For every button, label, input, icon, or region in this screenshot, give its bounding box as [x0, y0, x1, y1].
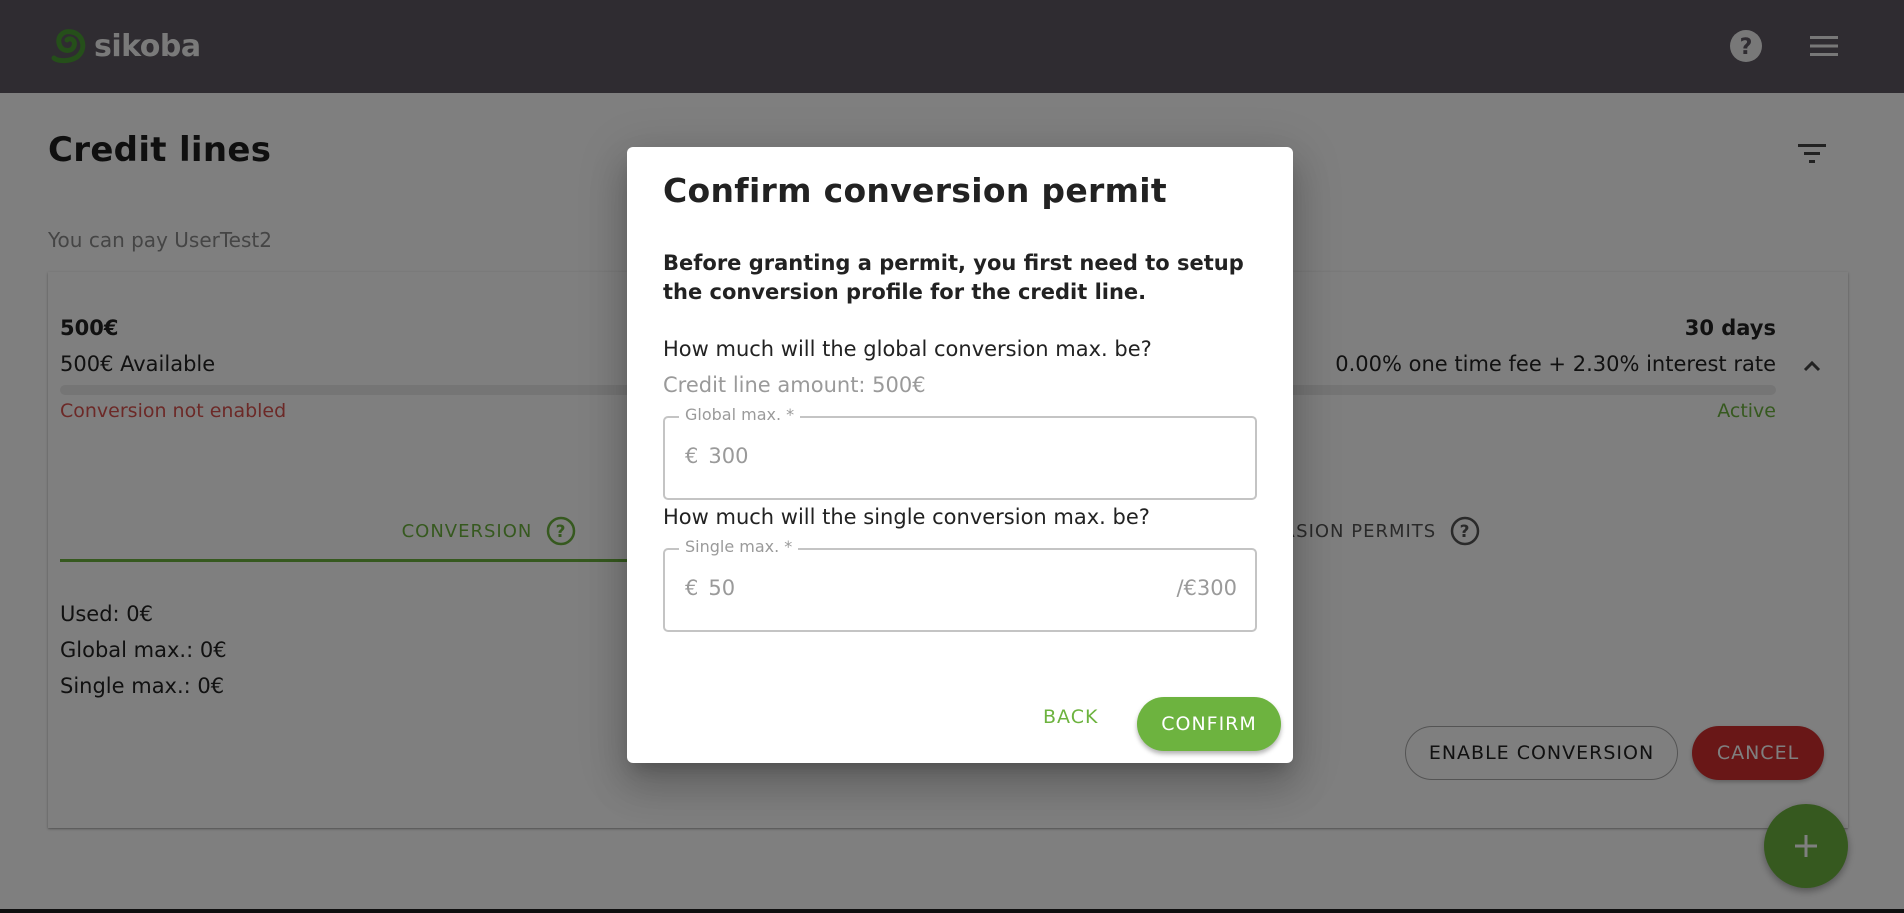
- dialog-title: Confirm conversion permit: [663, 171, 1167, 210]
- global-max-question: How much will the global conversion max.…: [663, 337, 1152, 361]
- confirm-conversion-permit-dialog: Confirm conversion permit Before grantin…: [627, 147, 1293, 763]
- credit-line-amount-hint: Credit line amount: 500€: [663, 373, 926, 397]
- global-max-field[interactable]: Global max. * €: [663, 405, 1257, 500]
- single-max-input[interactable]: [708, 576, 1177, 600]
- single-max-label: Single max. *: [679, 537, 799, 556]
- global-max-input[interactable]: [708, 444, 1237, 468]
- single-max-suffix: /€300: [1176, 576, 1237, 600]
- confirm-button[interactable]: CONFIRM: [1137, 697, 1281, 751]
- single-max-field[interactable]: Single max. * € /€300: [663, 537, 1257, 632]
- global-max-label: Global max. *: [679, 405, 801, 424]
- single-max-question: How much will the single conversion max.…: [663, 505, 1150, 529]
- euro-prefix: €: [685, 444, 699, 468]
- dialog-intro: Before granting a permit, you first need…: [663, 251, 1244, 304]
- euro-prefix: €: [685, 576, 699, 600]
- back-button[interactable]: BACK: [1035, 697, 1106, 737]
